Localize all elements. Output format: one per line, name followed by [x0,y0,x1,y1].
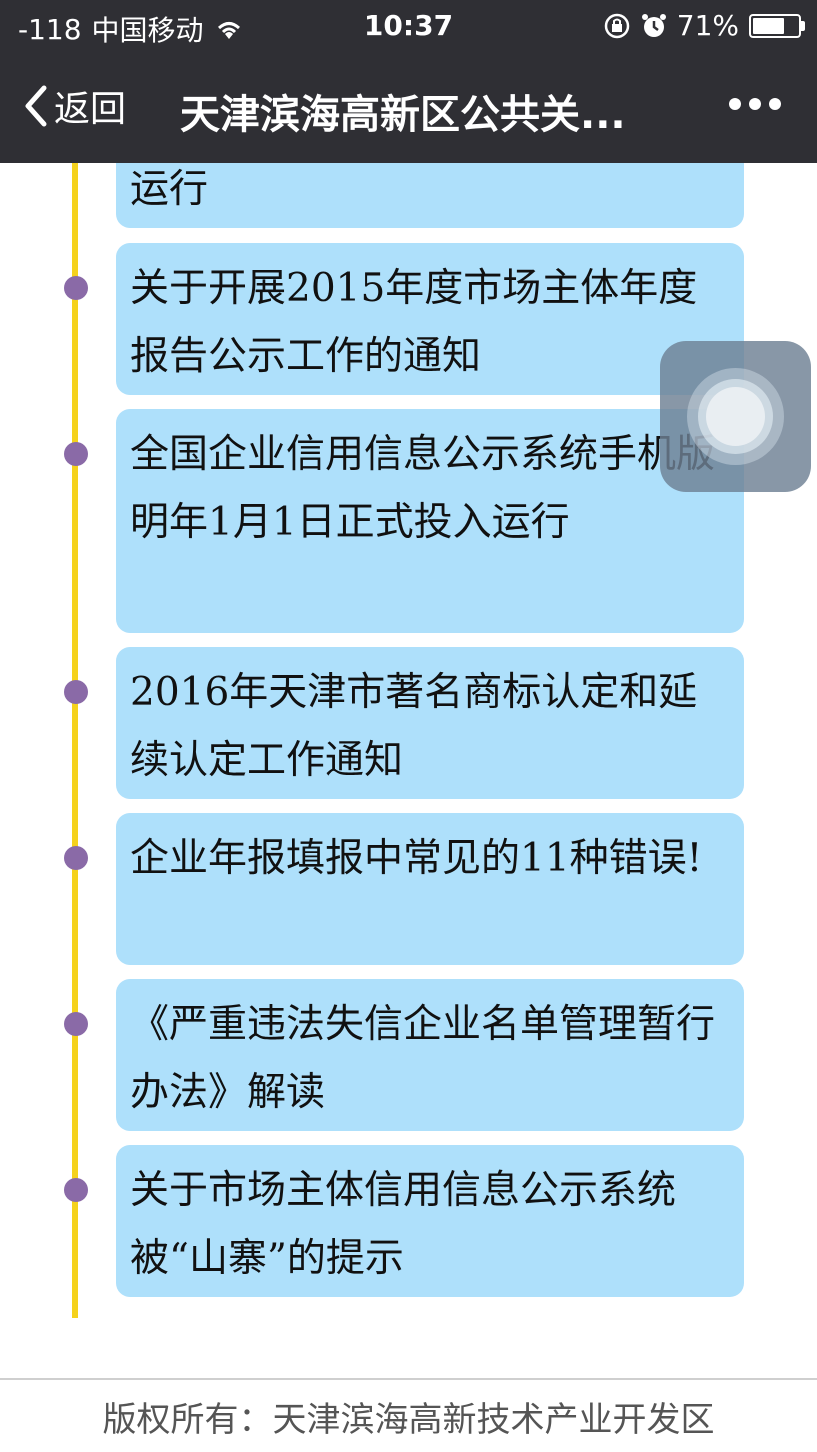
chevron-left-icon [25,85,47,127]
article-title: 关于开展2015年度市场主体年度报告公示工作的通知 [130,266,698,379]
article-card[interactable]: 企业年报填报中常见的11种错误! [116,813,744,965]
article-title: 2016年天津市著名商标认定和延续认定工作通知 [130,670,698,783]
timeline-dot [64,442,88,466]
alarm-icon [641,12,667,40]
article-title: 《严重违法失信企业名单管理暂行办法》解读 [130,1002,716,1115]
article-title: 全国企业信用信息公示系统手机版明年1月1日正式投入运行 [130,432,716,545]
page-title: 天津滨海高新区公共关... [180,92,626,138]
timeline-dot [64,276,88,300]
back-label: 返回 [54,89,127,130]
battery-icon [749,13,805,38]
top-bar: -118 中国移动 10:37 71% 返回 天津滨海高新区公共关... [0,0,817,163]
article-card[interactable]: 《严重违法失信企业名单管理暂行办法》解读 [116,979,744,1131]
battery-fill [753,17,784,34]
footer-divider [0,1378,817,1380]
more-dot-icon [769,98,781,110]
article-card[interactable]: 关于市场主体信用信息公示系统被“山寨”的提示 [116,1145,744,1297]
status-bar: -118 中国移动 10:37 71% [0,0,817,54]
article-card[interactable]: 2016年天津市著名商标认定和延续认定工作通知 [116,647,744,799]
timeline-dot [64,1012,88,1036]
more-dot-icon [749,98,761,110]
timeline-line [72,163,78,1318]
article-title: 企业年报填报中常见的11种错误! [130,836,703,881]
article-card[interactable]: 关于开展2015年度市场主体年度报告公示工作的通知 [116,243,744,395]
timeline-dot [64,1178,88,1202]
timeline-dot [64,680,88,704]
copyright-footer: 版权所有：天津滨海高新技术产业开发区 [102,1400,715,1440]
article-card[interactable]: 全国企业信用信息公示系统手机版明年1月1日正式投入运行 [116,409,744,633]
more-options-button[interactable] [729,98,781,110]
assistive-touch-button[interactable] [660,341,811,492]
battery-percent: 71% [676,9,739,42]
navigation-bar: 返回 天津滨海高新区公共关... [0,54,817,163]
article-title: 运行 [130,167,209,212]
assistive-core [706,387,765,446]
timeline-dot [64,846,88,870]
article-title: 关于市场主体信用信息公示系统被“山寨”的提示 [130,1168,677,1281]
rotation-lock-icon [603,12,631,40]
more-dot-icon [729,98,741,110]
status-right: 71% [603,9,805,42]
back-button[interactable]: 返回 [22,80,126,132]
